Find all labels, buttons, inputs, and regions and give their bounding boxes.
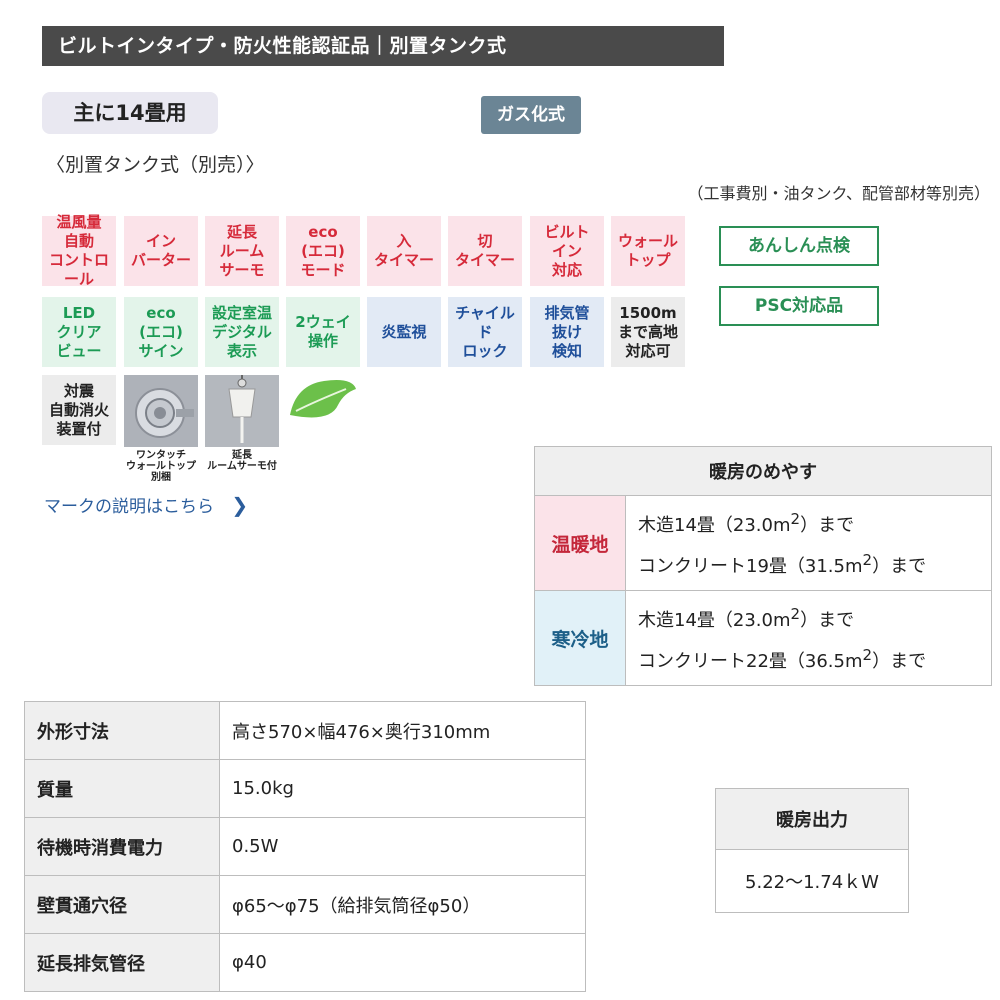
feature-icon: 排気管 抜け 検知 [530,297,604,367]
table-row: 壁貫通穴径 φ65〜φ75（給排気筒径φ50） [24,875,586,934]
heating-output-table: 暖房出力 5.22〜1.74ｋW [715,788,909,913]
feature-icon: 対震 自動消火 装置付 [42,375,116,445]
heating-guide-table: 暖房のめやす 温暖地 木造14畳（23.0m2）まで コンクリート19畳（31.… [534,446,992,686]
mark-explanation-link[interactable]: マークの説明はこちら ❯ [44,492,248,517]
feature-icon: 延長 ルーム サーモ [205,216,279,286]
feature-icon: 切 タイマー [448,216,522,286]
feature-icon: 1500m まで高地 対応可 [611,297,685,367]
cold-region-label: 寒冷地 [534,590,626,686]
feature-icon: ビルト イン 対応 [530,216,604,286]
feature-icon: 2ウェイ 操作 [286,297,360,367]
wall-top-caption: ワンタッチ ウォールトップ別梱 [126,450,196,483]
feature-icon: 入 タイマー [367,216,441,286]
feature-icon: イン バーター [124,216,198,286]
section-header: ビルトインタイプ・防火性能認証品｜別置タンク式 [42,26,724,66]
wall-top-photo [124,375,198,447]
feature-icon: LED クリア ビュー [42,297,116,367]
room-thermo-caption: 延長 ルームサーモ付 [207,450,277,472]
feature-icon: チャイルド ロック [448,297,522,367]
anshin-check-badge: あんしん点検 [719,226,879,266]
heating-guide-title: 暖房のめやす [534,446,992,496]
feature-icon: eco (エコ) サイン [124,297,198,367]
psc-badge: PSC対応品 [719,286,879,326]
tank-note: 〈別置タンク式（別売）〉 [46,154,265,176]
room-thermo-photo [205,375,279,447]
warm-region-label: 温暖地 [534,495,626,591]
mark-explanation-link-label: マークの説明はこちら [44,497,214,517]
green-leaf-emblem-icon [290,380,356,418]
feature-icon: eco (エコ) モード [286,216,360,286]
cold-region-value: 木造14畳（23.0m2）まで コンクリート22畳（36.5m2）まで [625,590,992,686]
chevron-right-icon: ❯ [231,493,249,517]
usage-badge: 主に14畳用 [42,92,218,134]
wall-top-part-icon [124,375,198,447]
feature-icon: 温風量 自動 コントロール [42,213,116,288]
gas-type-badge: ガス化式 [481,96,581,134]
feature-icon: 炎監視 [367,297,441,367]
table-row: 質量 15.0kg [24,759,586,818]
heating-output-title: 暖房出力 [715,788,909,850]
room-thermostat-icon [205,375,279,447]
warm-region-value: 木造14畳（23.0m2）まで コンクリート19畳（31.5m2）まで [625,495,992,591]
table-row: 延長排気管径 φ40 [24,933,586,992]
work-cost-note: （工事費別・油タンク、配管部材等別売） [687,184,990,203]
green-label-emblem [286,375,360,425]
spec-table: 外形寸法 高さ570×幅476×奥行310mm 質量 15.0kg 待機時消費電力 0… [24,701,586,992]
heating-output-value: 5.22〜1.74ｋW [715,849,909,913]
table-row: 待機時消費電力 0.5W [24,817,586,876]
feature-icon: ウォール トップ [611,216,685,286]
table-row: 外形寸法 高さ570×幅476×奥行310mm [24,701,586,760]
feature-icon: 設定室温 デジタル 表示 [205,297,279,367]
